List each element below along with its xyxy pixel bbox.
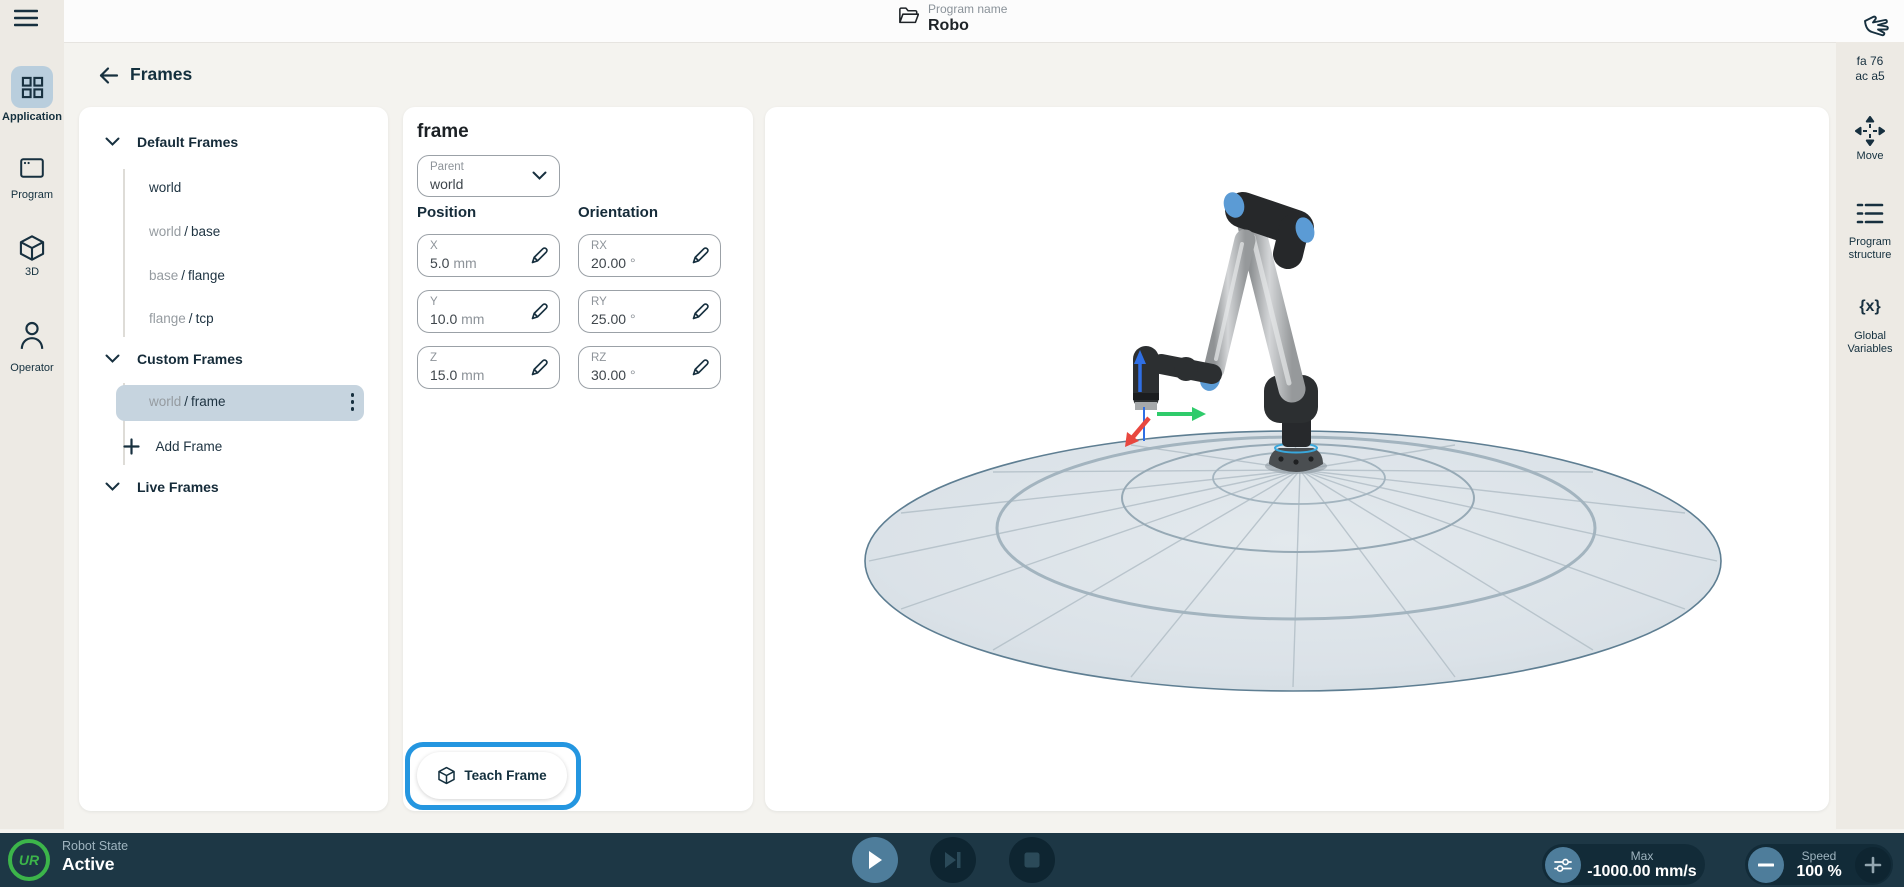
sidebar-label-program: Program [0,189,64,202]
plus-icon [123,438,140,455]
tree-item-base-flange[interactable]: base/flange [149,268,225,283]
sidebar-label-operator: Operator [0,362,64,375]
chevron-down-icon[interactable] [105,482,120,491]
sidebar-label-3d: 3D [0,266,64,279]
minus-icon [1758,863,1774,867]
speed-decrease-button[interactable] [1748,847,1784,883]
pencil-edit-icon[interactable] [690,357,711,378]
sidebar-item-program[interactable] [20,158,44,178]
top-bar: Program name Robo [64,0,1904,43]
tree-connector [123,169,125,337]
global-variables-button[interactable]: {x} [1836,298,1904,316]
program-structure-button[interactable] [1856,202,1884,225]
max-value: -1000.00 mm/s [1582,863,1702,881]
left-navigation-rail: Application Program 3D Operator [0,0,64,829]
speed-value: 100 % [1785,863,1853,881]
step-button[interactable] [930,837,976,883]
hand-icon[interactable] [1862,13,1892,40]
frame-name-title: frame [417,121,469,143]
sidebar-item-operator[interactable] [19,320,45,350]
chevron-down-icon[interactable] [105,354,120,363]
global-variables-label: Global Variables [1836,330,1904,356]
robot-id-badge[interactable]: fa 76 ac a5 [1836,54,1904,84]
move-arrows-icon [1855,116,1885,146]
orientation-ry-field[interactable]: RY 25.00 ° [578,290,721,333]
bottom-control-bar: UR Robot State Active [0,833,1904,887]
operator-person-icon [19,320,45,350]
tree-item-world-base[interactable]: world/base [149,224,220,239]
program-window-icon [20,158,44,178]
orientation-rx-field[interactable]: RX 20.00 ° [578,234,721,277]
plus-icon [1864,856,1882,874]
sidebar-label-application: Application [0,111,64,124]
robot-state-label: Robot State [62,839,128,853]
pencil-edit-icon[interactable] [529,301,550,322]
right-tool-rail: fa 76 ac a5 Move Program structure {x} [1836,42,1904,829]
parent-frame-select[interactable]: Parent world [417,155,560,197]
sidebar-item-application[interactable] [11,66,53,108]
robot-state-block[interactable]: Robot State Active [62,839,128,875]
position-group-label: Position [417,204,476,221]
move-tool-label: Move [1836,150,1904,163]
speed-pill: Speed 100 % [1745,844,1893,885]
program-name-label: Program name [928,2,1007,16]
list-icon [1856,202,1884,225]
hamburger-menu-icon[interactable] [14,9,38,27]
robot-state-value: Active [62,854,128,875]
folder-icon [898,6,919,25]
play-button[interactable] [852,837,898,883]
max-label: Max [1582,849,1702,863]
program-structure-label: Program structure [1836,236,1904,262]
position-y-field[interactable]: Y 10.0 mm [417,290,560,333]
tree-item-world[interactable]: world [149,180,181,195]
tree-section-live-frames[interactable]: Live Frames [137,479,219,495]
back-arrow-button[interactable] [98,66,119,85]
sidebar-item-3d[interactable] [18,234,46,262]
frames-tree-panel: Default Frames world world/base base/fla… [79,107,388,811]
frame-editor-panel: frame Parent world Position Orientation … [403,107,753,811]
teach-frame-button[interactable]: Teach Frame [417,752,567,799]
grid-icon [21,76,44,99]
tree-item-world-frame-selected[interactable]: world/frame [116,385,364,421]
stop-icon [1023,851,1041,869]
robot-id-line1: fa 76 [1836,54,1904,69]
speed-settings-button[interactable] [1545,847,1581,883]
tree-section-default-frames[interactable]: Default Frames [137,134,238,150]
robot-arm [1133,190,1327,474]
speed-label: Speed [1785,849,1853,863]
orientation-group-label: Orientation [578,204,658,221]
robot-3d-scene [765,107,1829,811]
3d-viewport[interactable] [765,107,1829,811]
tree-item-flange-tcp[interactable]: flange/tcp [149,311,214,326]
pencil-edit-icon[interactable] [529,245,550,266]
pencil-edit-icon[interactable] [690,245,711,266]
stop-button[interactable] [1009,837,1055,883]
tree-section-custom-frames[interactable]: Custom Frames [137,351,243,367]
ur-logo[interactable]: UR [8,839,50,881]
curly-x-icon: {x} [1859,298,1880,315]
page-title: Frames [130,64,192,85]
chevron-down-icon [532,171,547,180]
orientation-rz-field[interactable]: RZ 30.00 ° [578,346,721,389]
pencil-edit-icon[interactable] [529,357,550,378]
cube-icon [18,234,46,262]
play-icon [866,850,884,870]
position-z-field[interactable]: Z 15.0 mm [417,346,560,389]
position-x-field[interactable]: X 5.0 mm [417,234,560,277]
skip-icon [943,851,963,869]
max-speed-pill: Max -1000.00 mm/s [1542,844,1705,885]
program-name: Robo [928,17,1007,35]
program-name-group: Program name Robo [928,2,1007,35]
kebab-menu-icon[interactable] [351,393,355,411]
move-tool-button[interactable] [1855,116,1885,146]
cube-icon [437,766,456,785]
add-frame-button[interactable]: Add Frame [123,438,222,456]
robot-id-line2: ac a5 [1836,69,1904,84]
speed-increase-button[interactable] [1855,847,1891,883]
chevron-down-icon[interactable] [105,137,120,146]
pencil-edit-icon[interactable] [690,301,711,322]
sliders-icon [1553,856,1573,874]
